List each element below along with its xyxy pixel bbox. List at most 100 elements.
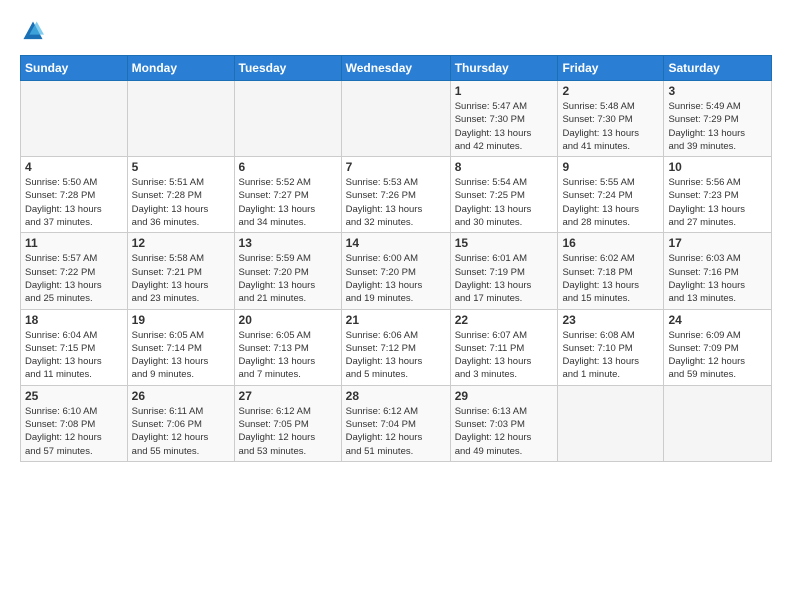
calendar-cell bbox=[127, 81, 234, 157]
calendar-header-tuesday: Tuesday bbox=[234, 56, 341, 81]
day-number: 13 bbox=[239, 236, 337, 250]
day-number: 9 bbox=[562, 160, 659, 174]
logo-icon bbox=[22, 20, 44, 42]
calendar-table: SundayMondayTuesdayWednesdayThursdayFrid… bbox=[20, 55, 772, 462]
calendar-cell: 23 Sunrise: 6:08 AM Sunset: 7:10 PM Dayli… bbox=[558, 309, 664, 385]
day-number: 16 bbox=[562, 236, 659, 250]
day-info: Sunrise: 6:06 AM Sunset: 7:12 PM Dayligh… bbox=[346, 329, 446, 382]
calendar-cell bbox=[21, 81, 128, 157]
day-number: 23 bbox=[562, 313, 659, 327]
calendar-header-friday: Friday bbox=[558, 56, 664, 81]
day-info: Sunrise: 6:02 AM Sunset: 7:18 PM Dayligh… bbox=[562, 252, 659, 305]
day-info: Sunrise: 5:59 AM Sunset: 7:20 PM Dayligh… bbox=[239, 252, 337, 305]
day-number: 29 bbox=[455, 389, 554, 403]
calendar-cell: 19 Sunrise: 6:05 AM Sunset: 7:14 PM Dayli… bbox=[127, 309, 234, 385]
page: SundayMondayTuesdayWednesdayThursdayFrid… bbox=[0, 0, 792, 472]
calendar-header-monday: Monday bbox=[127, 56, 234, 81]
calendar-cell: 25Sunrise: 6:10 AM Sunset: 7:08 PM Dayli… bbox=[21, 385, 128, 461]
day-info: Sunrise: 6:12 AM Sunset: 7:05 PM Dayligh… bbox=[239, 405, 337, 458]
calendar-cell: 12 Sunrise: 5:58 AM Sunset: 7:21 PM Dayli… bbox=[127, 233, 234, 309]
day-info: Sunrise: 5:53 AM Sunset: 7:26 PM Dayligh… bbox=[346, 176, 446, 229]
day-number: 20 bbox=[239, 313, 337, 327]
day-number: 4 bbox=[25, 160, 123, 174]
day-info: Sunrise: 5:52 AM Sunset: 7:27 PM Dayligh… bbox=[239, 176, 337, 229]
calendar-cell: 4Sunrise: 5:50 AM Sunset: 7:28 PM Daylig… bbox=[21, 157, 128, 233]
day-info: Sunrise: 6:05 AM Sunset: 7:14 PM Dayligh… bbox=[132, 329, 230, 382]
header bbox=[20, 16, 772, 47]
calendar-cell: 6 Sunrise: 5:52 AM Sunset: 7:27 PM Daylig… bbox=[234, 157, 341, 233]
day-number: 8 bbox=[455, 160, 554, 174]
calendar-cell bbox=[234, 81, 341, 157]
day-number: 12 bbox=[132, 236, 230, 250]
calendar-cell: 26 Sunrise: 6:11 AM Sunset: 7:06 PM Dayli… bbox=[127, 385, 234, 461]
day-number: 2 bbox=[562, 84, 659, 98]
day-info: Sunrise: 6:13 AM Sunset: 7:03 PM Dayligh… bbox=[455, 405, 554, 458]
calendar-cell: 2 Sunrise: 5:48 AM Sunset: 7:30 PM Daylig… bbox=[558, 81, 664, 157]
day-number: 10 bbox=[668, 160, 767, 174]
day-info: Sunrise: 5:54 AM Sunset: 7:25 PM Dayligh… bbox=[455, 176, 554, 229]
calendar-cell: 20 Sunrise: 6:05 AM Sunset: 7:13 PM Dayli… bbox=[234, 309, 341, 385]
day-number: 18 bbox=[25, 313, 123, 327]
calendar-cell: 29 Sunrise: 6:13 AM Sunset: 7:03 PM Dayli… bbox=[450, 385, 558, 461]
day-info: Sunrise: 5:56 AM Sunset: 7:23 PM Dayligh… bbox=[668, 176, 767, 229]
day-info: Sunrise: 6:07 AM Sunset: 7:11 PM Dayligh… bbox=[455, 329, 554, 382]
calendar-cell: 3Sunrise: 5:49 AM Sunset: 7:29 PM Daylig… bbox=[664, 81, 772, 157]
calendar-week-4: 18 Sunrise: 6:04 AM Sunset: 7:15 PM Dayli… bbox=[21, 309, 772, 385]
day-number: 6 bbox=[239, 160, 337, 174]
calendar-week-1: 1 Sunrise: 5:47 AM Sunset: 7:30 PM Daylig… bbox=[21, 81, 772, 157]
calendar-cell: 27Sunrise: 6:12 AM Sunset: 7:05 PM Dayli… bbox=[234, 385, 341, 461]
calendar-cell: 21 Sunrise: 6:06 AM Sunset: 7:12 PM Dayli… bbox=[341, 309, 450, 385]
day-info: Sunrise: 6:01 AM Sunset: 7:19 PM Dayligh… bbox=[455, 252, 554, 305]
day-info: Sunrise: 5:47 AM Sunset: 7:30 PM Dayligh… bbox=[455, 100, 554, 153]
day-number: 26 bbox=[132, 389, 230, 403]
calendar-cell: 14 Sunrise: 6:00 AM Sunset: 7:20 PM Dayli… bbox=[341, 233, 450, 309]
day-info: Sunrise: 6:05 AM Sunset: 7:13 PM Dayligh… bbox=[239, 329, 337, 382]
calendar-cell: 5 Sunrise: 5:51 AM Sunset: 7:28 PM Daylig… bbox=[127, 157, 234, 233]
calendar-cell bbox=[558, 385, 664, 461]
calendar-cell: 10 Sunrise: 5:56 AM Sunset: 7:23 PM Dayli… bbox=[664, 157, 772, 233]
day-number: 21 bbox=[346, 313, 446, 327]
day-info: Sunrise: 6:00 AM Sunset: 7:20 PM Dayligh… bbox=[346, 252, 446, 305]
calendar-week-3: 11Sunrise: 5:57 AM Sunset: 7:22 PM Dayli… bbox=[21, 233, 772, 309]
day-number: 14 bbox=[346, 236, 446, 250]
logo bbox=[20, 20, 44, 47]
calendar-header-saturday: Saturday bbox=[664, 56, 772, 81]
day-info: Sunrise: 6:12 AM Sunset: 7:04 PM Dayligh… bbox=[346, 405, 446, 458]
day-info: Sunrise: 5:48 AM Sunset: 7:30 PM Dayligh… bbox=[562, 100, 659, 153]
day-number: 24 bbox=[668, 313, 767, 327]
calendar-week-2: 4Sunrise: 5:50 AM Sunset: 7:28 PM Daylig… bbox=[21, 157, 772, 233]
day-info: Sunrise: 5:58 AM Sunset: 7:21 PM Dayligh… bbox=[132, 252, 230, 305]
calendar-cell: 24 Sunrise: 6:09 AM Sunset: 7:09 PM Dayli… bbox=[664, 309, 772, 385]
day-info: Sunrise: 5:57 AM Sunset: 7:22 PM Dayligh… bbox=[25, 252, 123, 305]
day-info: Sunrise: 5:51 AM Sunset: 7:28 PM Dayligh… bbox=[132, 176, 230, 229]
day-number: 19 bbox=[132, 313, 230, 327]
day-info: Sunrise: 6:04 AM Sunset: 7:15 PM Dayligh… bbox=[25, 329, 123, 382]
calendar-cell bbox=[341, 81, 450, 157]
day-info: Sunrise: 6:11 AM Sunset: 7:06 PM Dayligh… bbox=[132, 405, 230, 458]
calendar-cell: 16 Sunrise: 6:02 AM Sunset: 7:18 PM Dayli… bbox=[558, 233, 664, 309]
calendar-cell bbox=[664, 385, 772, 461]
day-number: 22 bbox=[455, 313, 554, 327]
calendar-cell: 9 Sunrise: 5:55 AM Sunset: 7:24 PM Daylig… bbox=[558, 157, 664, 233]
day-info: Sunrise: 6:03 AM Sunset: 7:16 PM Dayligh… bbox=[668, 252, 767, 305]
day-info: Sunrise: 6:10 AM Sunset: 7:08 PM Dayligh… bbox=[25, 405, 123, 458]
calendar-cell: 7 Sunrise: 5:53 AM Sunset: 7:26 PM Daylig… bbox=[341, 157, 450, 233]
day-number: 28 bbox=[346, 389, 446, 403]
calendar-cell: 8 Sunrise: 5:54 AM Sunset: 7:25 PM Daylig… bbox=[450, 157, 558, 233]
calendar-header-row: SundayMondayTuesdayWednesdayThursdayFrid… bbox=[21, 56, 772, 81]
calendar-cell: 15Sunrise: 6:01 AM Sunset: 7:19 PM Dayli… bbox=[450, 233, 558, 309]
calendar-cell: 18 Sunrise: 6:04 AM Sunset: 7:15 PM Dayli… bbox=[21, 309, 128, 385]
day-info: Sunrise: 5:49 AM Sunset: 7:29 PM Dayligh… bbox=[668, 100, 767, 153]
calendar-header-wednesday: Wednesday bbox=[341, 56, 450, 81]
day-info: Sunrise: 5:55 AM Sunset: 7:24 PM Dayligh… bbox=[562, 176, 659, 229]
calendar-cell: 17 Sunrise: 6:03 AM Sunset: 7:16 PM Dayli… bbox=[664, 233, 772, 309]
day-number: 5 bbox=[132, 160, 230, 174]
calendar-week-5: 25Sunrise: 6:10 AM Sunset: 7:08 PM Dayli… bbox=[21, 385, 772, 461]
day-number: 7 bbox=[346, 160, 446, 174]
day-number: 1 bbox=[455, 84, 554, 98]
day-info: Sunrise: 6:08 AM Sunset: 7:10 PM Dayligh… bbox=[562, 329, 659, 382]
day-number: 17 bbox=[668, 236, 767, 250]
calendar-cell: 13 Sunrise: 5:59 AM Sunset: 7:20 PM Dayli… bbox=[234, 233, 341, 309]
day-info: Sunrise: 6:09 AM Sunset: 7:09 PM Dayligh… bbox=[668, 329, 767, 382]
calendar-header-thursday: Thursday bbox=[450, 56, 558, 81]
